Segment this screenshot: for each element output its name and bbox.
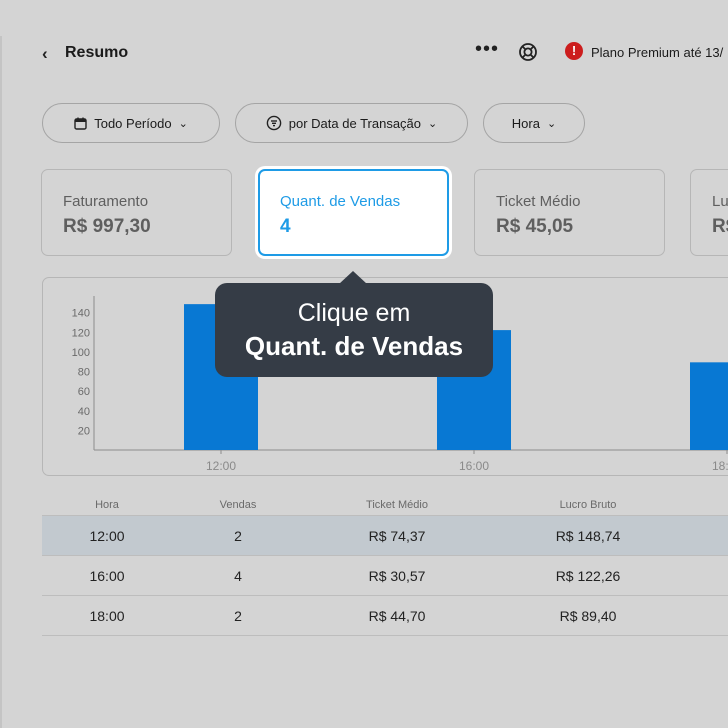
- card-value: R$ 997,30: [63, 216, 151, 237]
- grouping-filter-label: Hora: [511, 115, 540, 131]
- chevron-down-icon: ⌄: [178, 117, 188, 130]
- card-value: 4: [280, 216, 291, 237]
- column-header-hora: Hora: [95, 499, 119, 511]
- chevron-down-icon: ⌄: [546, 117, 557, 130]
- page-title: Resumo: [65, 44, 129, 61]
- y-tick-label: 120: [72, 327, 90, 339]
- cell-hora: 12:00: [89, 528, 125, 544]
- cell-ticket-medio: R$ 74,37: [368, 528, 426, 544]
- column-header-ticket-medio: Ticket Médio: [366, 499, 428, 511]
- y-tick-label: 100: [72, 347, 90, 359]
- card-value: R$: [712, 216, 728, 237]
- tooltip-line2: Quant. de Vendas: [244, 331, 464, 361]
- card-value: R$ 45,05: [496, 216, 574, 237]
- filter-icon: [266, 115, 282, 131]
- y-tick-label: 140: [72, 308, 90, 320]
- column-header-lucro-bruto: Lucro Bruto: [559, 499, 617, 511]
- card-label: Faturamento: [63, 193, 149, 210]
- more-options-icon[interactable]: •••: [475, 38, 499, 61]
- card-faturamento[interactable]: Faturamento R$ 997,30: [41, 169, 232, 256]
- table-row[interactable]: 12:00 2 R$ 74,37 R$ 148,74: [42, 515, 728, 556]
- plan-status-text[interactable]: Plano Premium até 13/: [591, 45, 723, 60]
- cell-lucro-bruto: R$ 122,26: [555, 568, 621, 584]
- cell-lucro-bruto: R$ 89,40: [559, 608, 617, 624]
- calendar-icon: [74, 117, 87, 130]
- cell-ticket-medio: R$ 44,70: [368, 608, 426, 624]
- header: ‹ Resumo ••• ! Plano Premium até 13/: [0, 0, 728, 100]
- column-header-vendas: Vendas: [219, 499, 257, 511]
- card-label: Lu: [712, 193, 728, 210]
- card-label: Quant. de Vendas: [280, 193, 401, 210]
- y-tick-label: 60: [78, 386, 90, 398]
- cell-hora: 18:00: [89, 608, 125, 624]
- x-tick-label: 16:00: [459, 459, 489, 473]
- grouping-filter-button[interactable]: Hora ⌄: [483, 103, 585, 143]
- back-icon[interactable]: ‹: [42, 44, 48, 64]
- table-bottom-divider: [42, 635, 728, 636]
- date-type-filter-button[interactable]: por Data de Transação ⌄: [235, 103, 468, 143]
- y-tick-label: 40: [78, 406, 90, 418]
- table-row[interactable]: 16:00 4 R$ 30,57 R$ 122,26: [42, 555, 728, 596]
- period-filter-button[interactable]: Todo Período ⌄: [42, 103, 220, 143]
- cell-vendas: 4: [234, 568, 242, 584]
- card-quant-vendas[interactable]: Quant. de Vendas 4: [258, 169, 449, 256]
- alert-icon: !: [565, 42, 583, 60]
- y-tick-label: 80: [78, 367, 90, 379]
- onboarding-tooltip: Clique em Quant. de Vendas: [215, 271, 493, 377]
- cell-vendas: 2: [234, 608, 242, 624]
- card-ticket-medio[interactable]: Ticket Médio R$ 45,05: [474, 169, 665, 256]
- period-filter-label: Todo Período: [94, 115, 172, 131]
- help-lifebuoy-icon[interactable]: [518, 42, 538, 62]
- cell-ticket-medio: R$ 30,57: [368, 568, 426, 584]
- card-lucro[interactable]: Lu R$: [690, 169, 728, 256]
- left-panel-edge: [0, 36, 2, 728]
- cell-hora: 16:00: [89, 568, 125, 584]
- card-label: Ticket Médio: [496, 193, 581, 210]
- y-tick-label: 20: [78, 425, 90, 437]
- chevron-down-icon: ⌄: [428, 117, 438, 130]
- date-type-filter-label: por Data de Transação: [288, 115, 422, 131]
- tooltip-line1: Clique em: [297, 299, 411, 327]
- table-row[interactable]: 18:00 2 R$ 44,70 R$ 89,40: [42, 595, 728, 636]
- x-tick-label: 12:00: [206, 459, 236, 473]
- cell-vendas: 2: [234, 528, 242, 544]
- x-tick-label: 18:00: [712, 459, 728, 473]
- chart-bar: [690, 362, 728, 450]
- cell-lucro-bruto: R$ 148,74: [555, 528, 621, 544]
